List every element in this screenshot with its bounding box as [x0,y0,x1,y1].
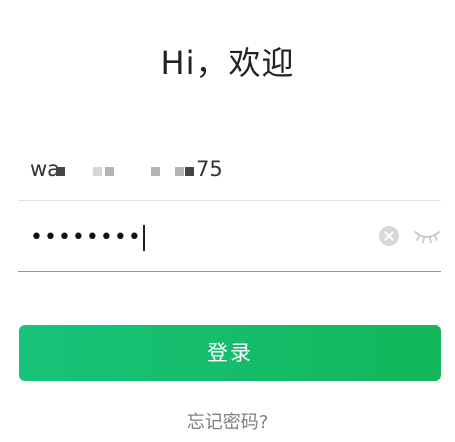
username-field[interactable]: wa 75 [18,140,441,201]
page-title: Hi，欢迎 [160,44,295,82]
eye-closed-icon[interactable] [413,229,441,245]
username-mask-block [175,167,184,176]
forgot-password-link[interactable]: 忘记密码? [0,408,455,434]
password-dots: •••••••• [30,225,142,250]
password-value: •••••••• [30,225,145,251]
username-mask-block [185,167,194,176]
username-suffix: 75 [196,157,223,181]
clear-icon[interactable] [379,226,399,246]
username-mask-block [56,167,65,176]
password-field[interactable]: •••••••• [18,205,441,272]
username-mask-block [151,167,160,176]
text-cursor [142,225,145,251]
login-page: Hi，欢迎 wa 75 •••••••• 登录 忘记密码? [0,0,455,442]
login-button[interactable]: 登录 [19,325,441,381]
username-mask-block [93,167,102,176]
username-mask-block [105,167,114,176]
